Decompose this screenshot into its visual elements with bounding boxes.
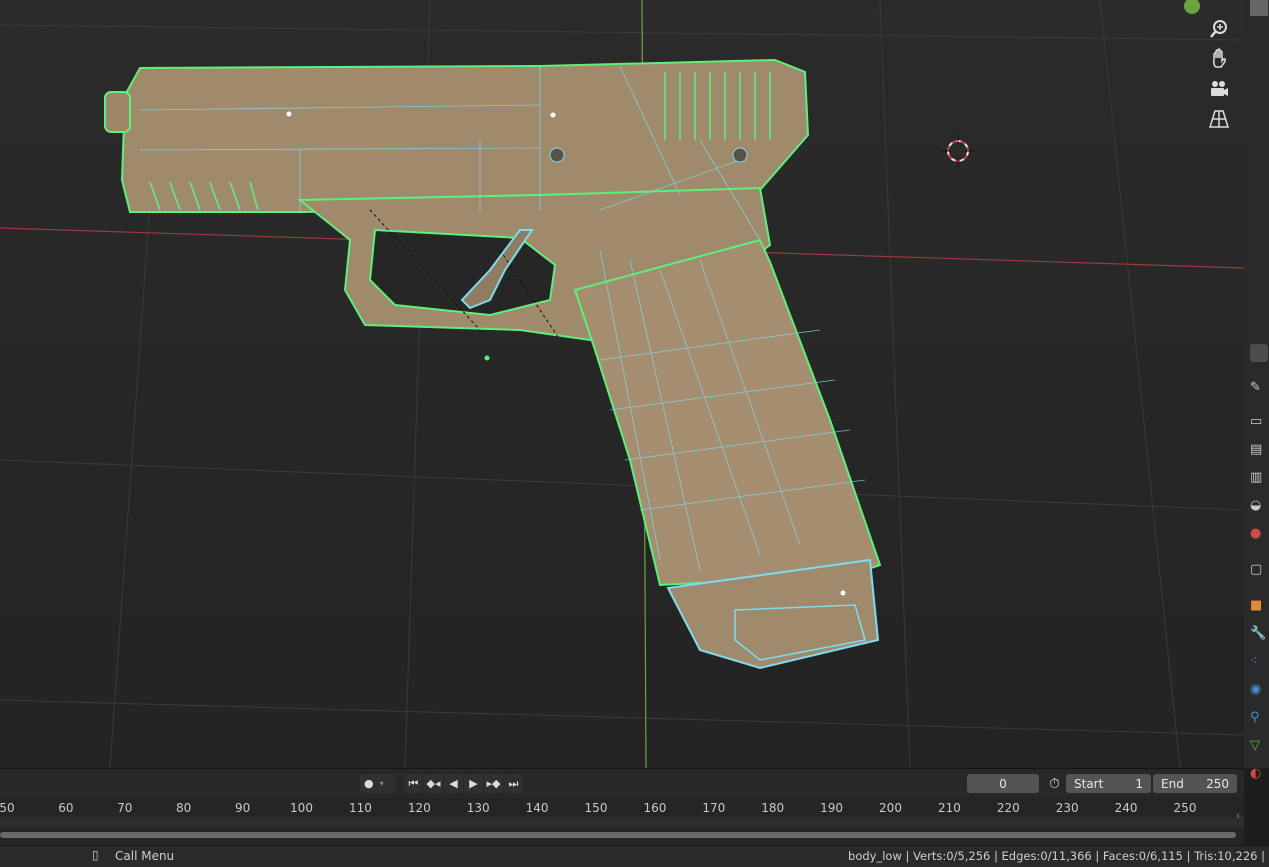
3d-cursor <box>942 135 974 167</box>
call-menu-hint: Call Menu <box>115 849 175 863</box>
view-layer-icon[interactable]: ▥ <box>1250 470 1268 488</box>
next-keyframe-icon[interactable]: ▸◆ <box>484 774 503 793</box>
play-reverse-icon[interactable]: ◀ <box>444 774 463 793</box>
record-icon: ● <box>364 777 374 790</box>
ruler-tick-label: 150 <box>584 801 608 815</box>
physics-icon[interactable]: ◉ <box>1250 682 1268 700</box>
render-properties-icon[interactable]: ▭ <box>1250 414 1268 432</box>
object-data-icon[interactable]: ▽ <box>1250 738 1268 756</box>
auto-keying-button[interactable]: ● ▾ <box>360 774 396 793</box>
perspective-grid-icon[interactable] <box>1204 104 1234 134</box>
ruler-tick-label: 60 <box>58 801 74 815</box>
scene-properties-icon[interactable]: ◒ <box>1250 498 1268 516</box>
chevron-left-icon[interactable]: ‹ <box>1236 809 1240 822</box>
constraints-icon[interactable]: ⚲ <box>1250 710 1268 728</box>
end-label: End <box>1161 776 1184 791</box>
chevron-down-icon: ▾ <box>379 779 384 788</box>
ruler-tick-label: 120 <box>407 801 431 815</box>
gizmo-y-axis <box>1184 0 1200 14</box>
scrollbar-handle[interactable] <box>1250 0 1268 16</box>
end-frame-field[interactable]: End 250 <box>1153 774 1237 793</box>
ruler-tick-label: 240 <box>1114 801 1138 815</box>
frame-ruler[interactable]: 50 60 70 80 90 100 110 120 130 140 150 160 170 180 190… <box>0 797 1244 845</box>
ruler-tick-label: 180 <box>761 801 785 815</box>
jump-end-icon[interactable]: ⏭ <box>504 774 523 793</box>
ruler-tick-label: 200 <box>879 801 902 815</box>
hand-pan-icon[interactable] <box>1204 44 1234 74</box>
pistol-mesh <box>104 58 882 670</box>
modifier-properties-icon[interactable]: 🔧 <box>1250 626 1268 644</box>
ruler-tick-label: 110 <box>348 801 372 815</box>
ruler-tick-label: 70 <box>117 801 133 815</box>
ruler-tick-label: 210 <box>937 801 961 815</box>
current-frame-field[interactable]: 0 <box>967 774 1039 793</box>
ruler-tick-label: 170 <box>702 801 726 815</box>
ruler-tick-label: 250 <box>1173 801 1197 815</box>
zoom-icon[interactable] <box>1204 14 1234 44</box>
ruler-tick-label: 230 <box>1055 801 1079 815</box>
start-label: Start <box>1074 776 1104 791</box>
ruler-tick-label: 130 <box>466 801 490 815</box>
scene-stats: body_low | Verts:0/5,256 | Edges:0/11,36… <box>848 849 1265 863</box>
start-frame-field[interactable]: Start 1 <box>1066 774 1151 793</box>
status-bar: ▯ Call Menu body_low | Verts:0/5,256 | E… <box>0 845 1269 867</box>
editor-type-icon[interactable] <box>1250 344 1268 362</box>
timeline-header: ● ▾ ⏮ ◆◂ ◀ ▶ ▸◆ ⏭ 0 ⏱ Start 1 End 250 <box>0 768 1244 798</box>
mouse-icon: ▯ <box>92 848 99 862</box>
end-value: 250 <box>1206 776 1229 791</box>
ruler-tick-label: 220 <box>996 801 1020 815</box>
start-value: 1 <box>1135 776 1143 791</box>
camera-icon[interactable] <box>1204 74 1234 104</box>
material-icon[interactable]: ◐ <box>1250 766 1268 784</box>
ruler-tick-label: 50 <box>0 801 15 815</box>
object-properties-icon[interactable]: ■ <box>1250 598 1268 616</box>
ruler-tick-label: 190 <box>820 801 844 815</box>
stopwatch-icon[interactable]: ⏱ <box>1045 774 1064 793</box>
tool-settings-icon[interactable]: ✎ <box>1250 380 1268 398</box>
ruler-tick-label: 90 <box>234 801 251 815</box>
prev-keyframe-icon[interactable]: ◆◂ <box>424 774 443 793</box>
3d-viewport[interactable] <box>0 0 1244 768</box>
jump-start-icon[interactable]: ⏮ <box>404 774 423 793</box>
scene-view <box>0 0 1244 768</box>
timeline-scrollbar[interactable] <box>0 832 1236 838</box>
ruler-tick-label: 100 <box>290 801 313 815</box>
ruler-tick-label: 140 <box>525 801 549 815</box>
current-frame-value: 0 <box>999 776 1007 791</box>
world-properties-icon[interactable]: ● <box>1250 526 1268 544</box>
particles-icon[interactable]: ⁖ <box>1250 654 1268 672</box>
ruler-tick-label: 160 <box>643 801 667 815</box>
collection-properties-icon[interactable]: ▢ <box>1250 562 1268 580</box>
ruler-tick-label: 80 <box>176 801 192 815</box>
play-icon[interactable]: ▶ <box>464 774 483 793</box>
output-properties-icon[interactable]: ▤ <box>1250 442 1268 460</box>
